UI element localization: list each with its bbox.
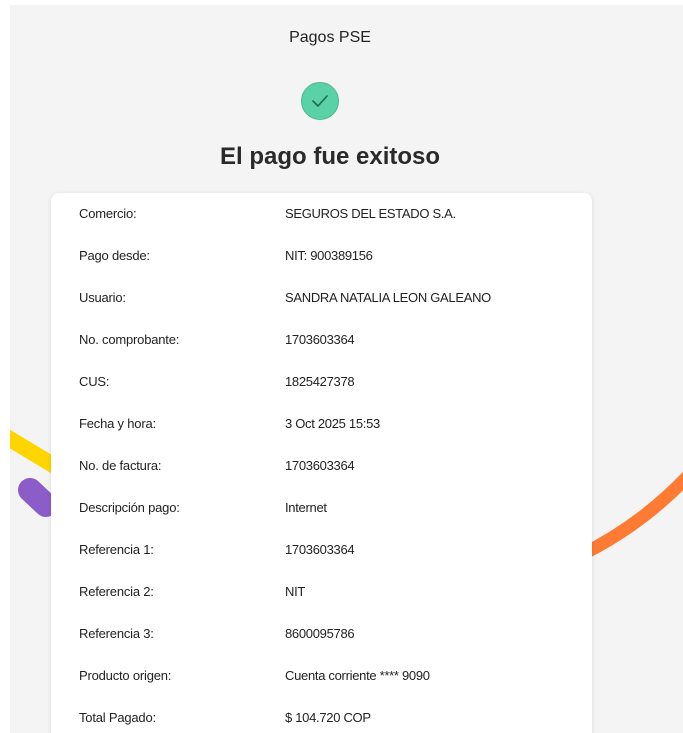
- detail-row-referencia-3: Referencia 3: 8600095786: [51, 624, 592, 644]
- detail-row-comercio: Comercio: SEGUROS DEL ESTADO S.A.: [51, 204, 592, 224]
- detail-value: 1703603364: [285, 332, 355, 347]
- detail-label: Fecha y hora:: [79, 416, 156, 431]
- detail-label: Total Pagado:: [79, 710, 156, 725]
- detail-value: NIT: 900389156: [285, 248, 373, 263]
- detail-row-factura: No. de factura: 1703603364: [51, 456, 592, 476]
- receipt-page: Pagos PSE El pago fue exitoso Comercio: S…: [10, 5, 683, 733]
- detail-label: CUS:: [79, 374, 110, 389]
- detail-value: 8600095786: [285, 626, 355, 641]
- detail-value: 1703603364: [285, 458, 355, 473]
- payment-details-card: Comercio: SEGUROS DEL ESTADO S.A. Pago de…: [51, 193, 592, 733]
- detail-label: Usuario:: [79, 290, 126, 305]
- detail-label: Pago desde:: [79, 248, 150, 263]
- detail-label: Descripción pago:: [79, 500, 180, 515]
- detail-label: Referencia 3:: [79, 626, 154, 641]
- check-circle-icon: [301, 82, 339, 120]
- detail-row-referencia-2: Referencia 2: NIT: [51, 582, 592, 602]
- detail-value: SEGUROS DEL ESTADO S.A.: [285, 206, 456, 221]
- detail-value: NIT: [285, 584, 306, 599]
- detail-label: Comercio:: [79, 206, 137, 221]
- detail-row-total-pagado: Total Pagado: $ 104.720 COP: [51, 708, 592, 728]
- detail-label: No. comprobante:: [79, 332, 180, 347]
- detail-row-cus: CUS: 1825427378: [51, 372, 592, 392]
- detail-row-producto-origen: Producto origen: Cuenta corriente **** 90…: [51, 666, 592, 686]
- detail-row-fecha: Fecha y hora: 3 Oct 2025 15:53: [51, 414, 592, 434]
- detail-row-usuario: Usuario: SANDRA NATALIA LEON GALEANO: [51, 288, 592, 308]
- purple-stripe: [18, 478, 58, 517]
- detail-label: Referencia 1:: [79, 542, 154, 557]
- detail-value: Cuenta corriente **** 9090: [285, 668, 430, 683]
- detail-value: $ 104.720 COP: [285, 710, 371, 725]
- orange-arc: [582, 471, 683, 559]
- page-title: Pagos PSE: [289, 29, 371, 46]
- status-heading: El pago fue exitoso: [219, 143, 441, 170]
- detail-row-pago-desde: Pago desde: NIT: 900389156: [51, 246, 592, 266]
- detail-label: Producto origen:: [79, 668, 172, 683]
- detail-row-descripcion: Descripción pago: Internet: [51, 498, 592, 518]
- detail-row-referencia-1: Referencia 1: 1703603364: [51, 540, 592, 560]
- detail-row-comprobante: No. comprobante: 1703603364: [51, 330, 592, 350]
- detail-value: SANDRA NATALIA LEON GALEANO: [285, 290, 491, 305]
- detail-label: No. de factura:: [79, 458, 162, 473]
- detail-value: 1703603364: [285, 542, 355, 557]
- detail-label: Referencia 2:: [79, 584, 154, 599]
- detail-value: Internet: [285, 500, 327, 515]
- detail-value: 1825427378: [285, 374, 355, 389]
- detail-value: 3 Oct 2025 15:53: [285, 416, 380, 431]
